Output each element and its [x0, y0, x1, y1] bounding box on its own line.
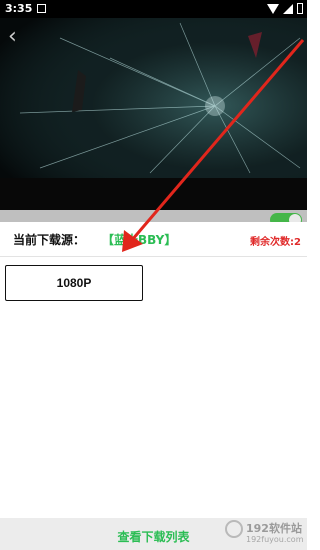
status-icons — [267, 3, 303, 14]
watermark-logo-icon — [225, 520, 243, 538]
video-frame — [0, 18, 307, 178]
video-player[interactable] — [0, 18, 307, 178]
watermark-text: 192软件站 — [246, 522, 302, 535]
back-arrow-icon[interactable]: ‹ — [8, 26, 17, 48]
status-bar: 3:35 — [0, 0, 307, 18]
image-notification-icon — [37, 4, 46, 13]
status-time: 3:35 — [5, 2, 33, 15]
quality-option-1080p[interactable]: 1080P — [5, 265, 143, 301]
download-source-panel: 当前下载源： 【蓝光BBY】 剩余次数:2 — [0, 222, 307, 257]
signal-icon — [283, 3, 293, 14]
source-title: 当前下载源： — [13, 233, 86, 247]
battery-icon — [297, 3, 303, 14]
remaining-count: 剩余次数:2 — [250, 237, 301, 248]
video-lower-area — [0, 178, 307, 210]
source-name[interactable]: 【蓝光BBY】 — [102, 231, 176, 248]
wifi-icon — [267, 3, 279, 14]
watermark-subtext: 192fuyou.com — [246, 535, 304, 544]
